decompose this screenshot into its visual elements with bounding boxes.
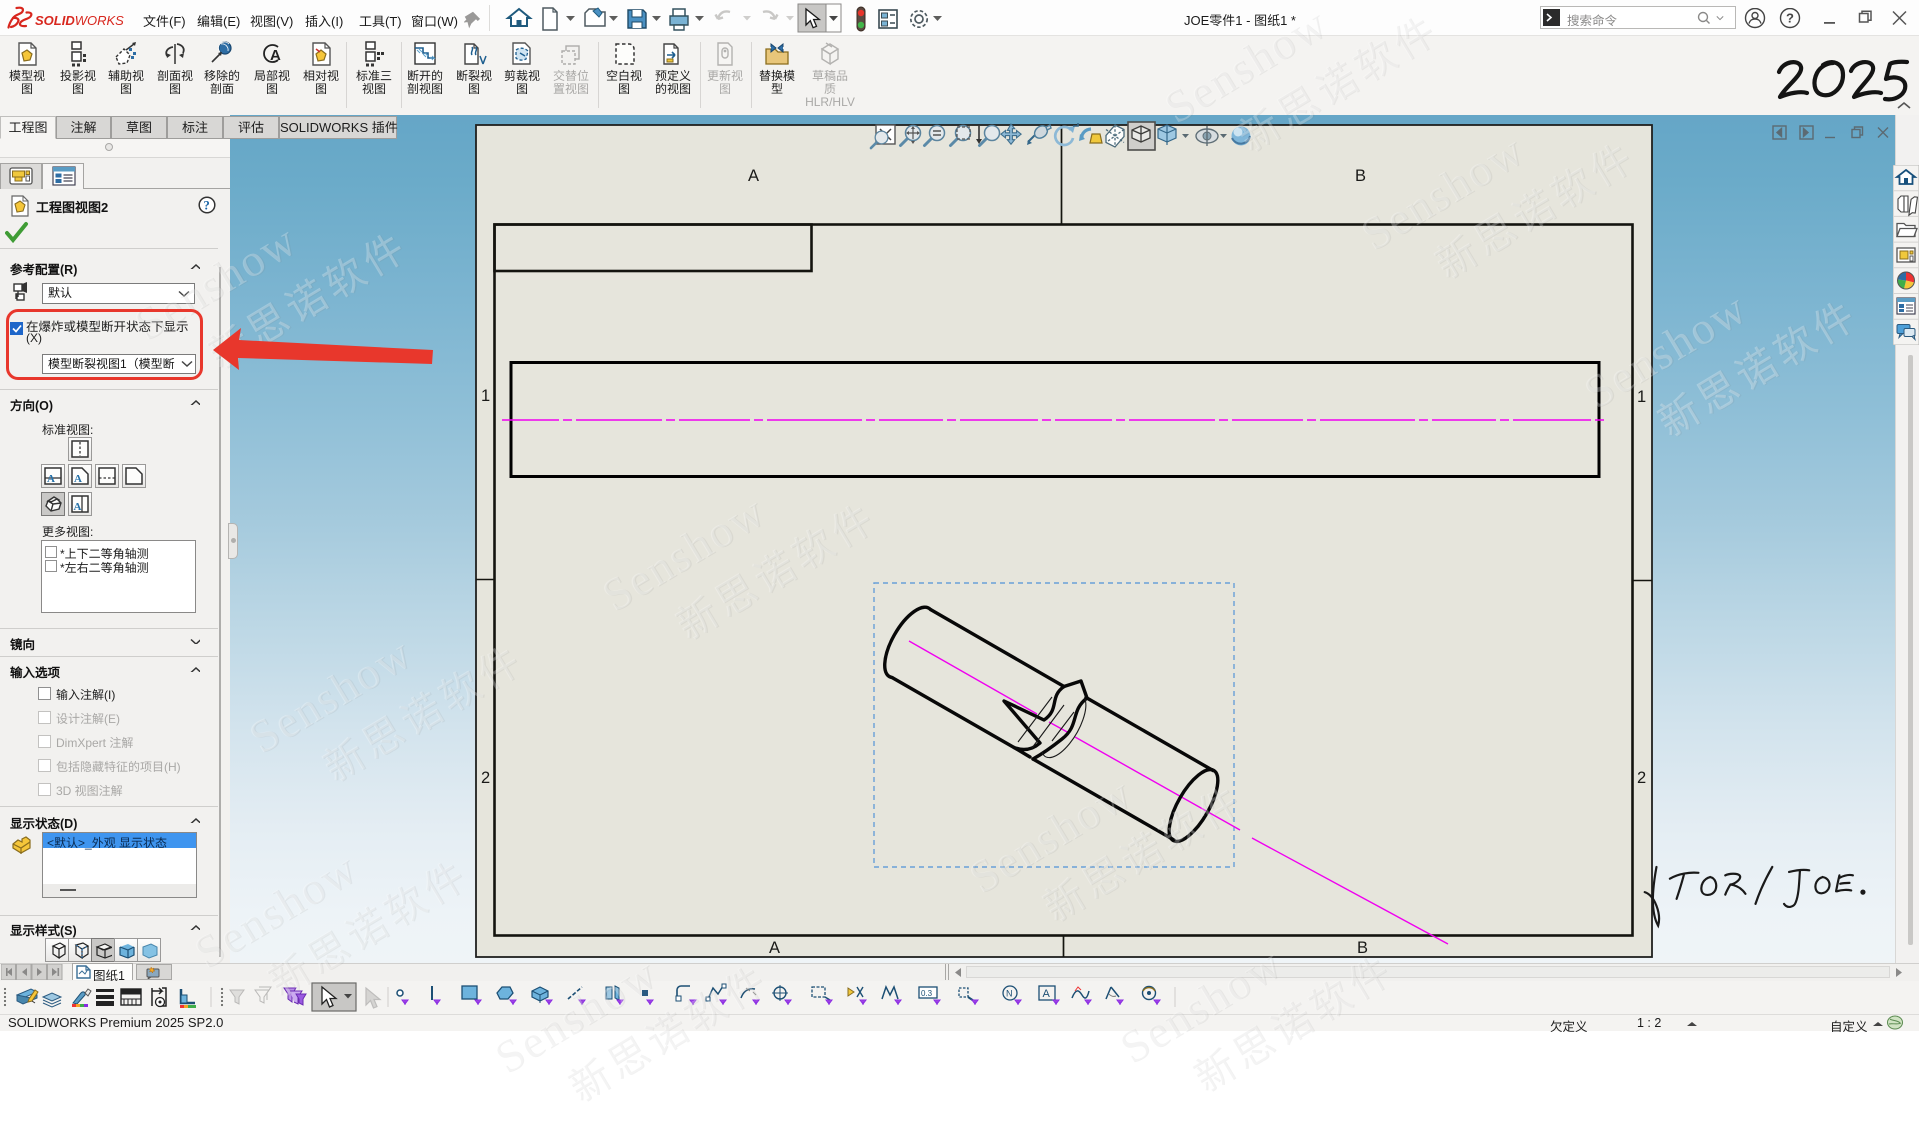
svg-text:A: A (47, 473, 55, 485)
svg-text:2: 2 (1637, 769, 1646, 787)
svg-text:A: A (769, 939, 780, 957)
svg-text:2: 2 (481, 769, 490, 787)
svg-text:1: 1 (481, 387, 490, 405)
svg-text:A: A (748, 167, 759, 185)
svg-text:B: B (1355, 167, 1366, 185)
svg-text:A: A (74, 501, 82, 513)
svg-text:?: ? (204, 199, 210, 213)
svg-text:A: A (1043, 988, 1051, 1000)
svg-text:N: N (1006, 989, 1013, 999)
svg-text:A: A (74, 473, 82, 485)
svg-text:0.3: 0.3 (921, 989, 933, 998)
